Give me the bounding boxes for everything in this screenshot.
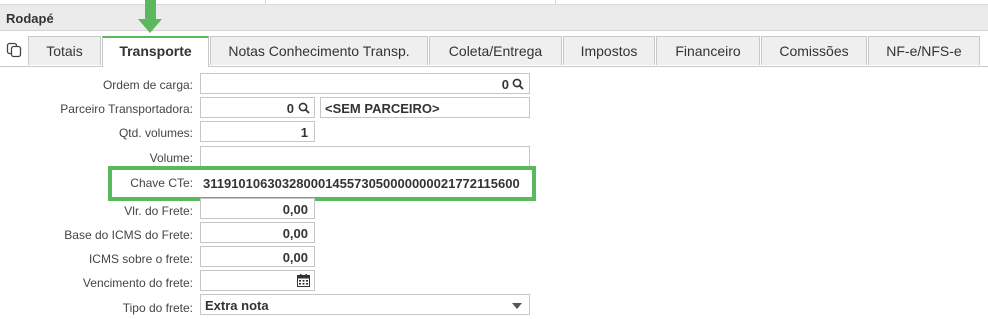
copy-icon[interactable] xyxy=(6,42,22,58)
vencimento-row: Vencimento do frete: xyxy=(0,272,193,294)
tipo-frete-select[interactable]: Extra nota xyxy=(200,294,530,315)
base-icms-label: Base do ICMS do Frete: xyxy=(64,228,193,242)
ordem-carga-row: Ordem de carga: xyxy=(0,74,193,96)
ordem-carga-field[interactable]: 0 xyxy=(200,73,530,94)
parceiro-label: Parceiro Transportadora: xyxy=(60,102,193,116)
base-icms-row: Base do ICMS do Frete: xyxy=(0,224,193,246)
qtd-volumes-row: Qtd. volumes: xyxy=(0,122,193,144)
parceiro-code-value: 0 xyxy=(286,101,294,116)
parceiro-name-value: <SEM PARCEIRO> xyxy=(325,101,440,116)
tipo-frete-value: Extra nota xyxy=(205,298,269,313)
volume-label: Volume: xyxy=(149,151,193,165)
icms-frete-row: ICMS sobre o frete: xyxy=(0,248,193,270)
search-icon[interactable] xyxy=(512,78,524,90)
chave-cte-row: Chave CTe: xyxy=(0,172,193,194)
parceiro-name-field: <SEM PARCEIRO> xyxy=(320,97,530,118)
chave-cte-label: Chave CTe: xyxy=(130,176,193,190)
calendar-icon[interactable] xyxy=(297,274,310,287)
icms-frete-field[interactable]: 0,00 xyxy=(200,246,315,267)
ordem-carga-label: Ordem de carga: xyxy=(102,78,193,92)
down-arrow-icon xyxy=(145,0,156,20)
tab-totais[interactable]: Totais xyxy=(28,36,101,65)
tab-transporte[interactable]: Transporte xyxy=(102,36,209,67)
icms-frete-value: 0,00 xyxy=(282,250,308,265)
tab-impostos[interactable]: Impostos xyxy=(563,36,655,65)
ordem-carga-value: 0 xyxy=(501,77,509,92)
parceiro-row: Parceiro Transportadora: xyxy=(0,98,193,120)
tab-notas-conhecimento[interactable]: Notas Conhecimento Transp. xyxy=(210,36,428,65)
qtd-volumes-value: 1 xyxy=(300,125,308,140)
tab-nfe-nfse[interactable]: NF-e/NFS-e xyxy=(868,36,980,65)
base-icms-field[interactable]: 0,00 xyxy=(200,222,315,243)
tipo-frete-row: Tipo do frete: xyxy=(0,297,193,319)
parceiro-code-field[interactable]: 0 xyxy=(200,97,315,118)
vlr-frete-value: 0,00 xyxy=(282,202,308,217)
tipo-frete-label: Tipo do frete: xyxy=(122,301,193,315)
vlr-frete-field[interactable]: 0,00 xyxy=(200,198,315,219)
tab-coleta-entrega[interactable]: Coleta/Entrega xyxy=(429,36,562,65)
search-icon[interactable] xyxy=(298,102,310,114)
tab-bar: Totais Transporte Notas Conhecimento Tra… xyxy=(0,35,988,67)
base-icms-value: 0,00 xyxy=(282,226,308,241)
tab-financeiro[interactable]: Financeiro xyxy=(656,36,760,65)
volume-field[interactable] xyxy=(200,146,530,167)
icms-frete-label: ICMS sobre o frete: xyxy=(88,252,193,266)
qtd-volumes-field[interactable]: 1 xyxy=(200,121,315,142)
chave-cte-value: 3119101063032800014557305000000002177211… xyxy=(203,176,520,191)
chave-cte-field[interactable]: 3119101063032800014557305000000002177211… xyxy=(200,172,530,193)
down-arrow-head xyxy=(138,19,162,33)
vlr-frete-label: Vlr. do Frete: xyxy=(124,204,193,218)
vencimento-field[interactable] xyxy=(200,270,315,291)
vlr-frete-row: Vlr. do Frete: xyxy=(0,200,193,222)
section-title: Rodapé xyxy=(6,11,54,26)
dropdown-caret-icon[interactable] xyxy=(512,303,522,309)
qtd-volumes-label: Qtd. volumes: xyxy=(118,126,193,140)
tab-comissoes[interactable]: Comissões xyxy=(761,36,867,65)
vencimento-label: Vencimento do frete: xyxy=(82,276,193,290)
